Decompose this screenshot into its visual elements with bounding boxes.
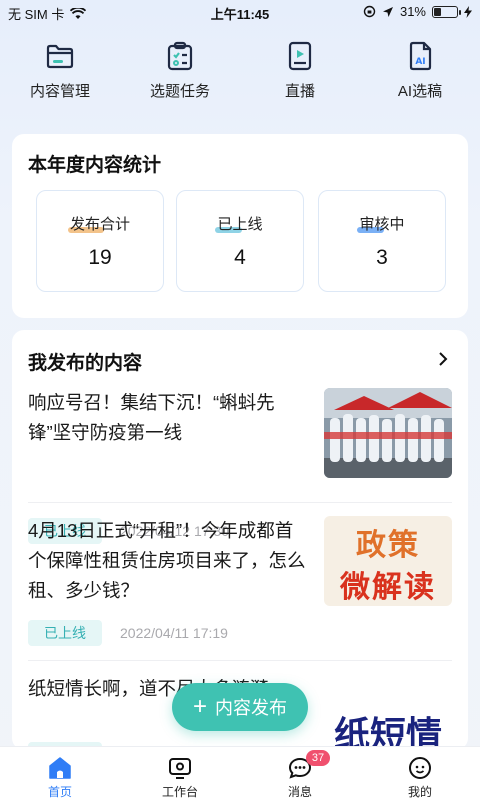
tab-label: 消息 — [287, 785, 312, 799]
quick-action-ai-select[interactable]: AI AI选稿 — [360, 40, 480, 104]
stat-value: 19 — [88, 246, 112, 269]
stat-label: 已上线 — [217, 216, 263, 233]
thumbnail-text: 纸短情长 — [333, 714, 442, 750]
quick-action-label: AI选稿 — [397, 83, 443, 100]
publish-content-label: 内容发布 — [215, 698, 287, 718]
status-badge: 已上线 — [28, 620, 102, 646]
tab-messages[interactable]: 37 消息 — [240, 747, 360, 800]
profile-icon — [409, 757, 431, 779]
unread-count-badge: 37 — [306, 750, 330, 766]
content-item[interactable]: 响应号召！集结下沉！“蝌蚪先锋”坚守防疫第一线 已上线 2022/04/12 1… — [28, 388, 452, 544]
stat-label: 审核中 — [359, 216, 405, 233]
status-bar: 无 SIM 卡 上午11:45 31% — [0, 0, 480, 24]
chevron-right-icon[interactable] — [434, 350, 452, 368]
svg-text:AI: AI — [415, 57, 425, 67]
stat-label: 发布合计 — [69, 216, 130, 233]
content-item-title: 4月13日正式“开租”！今年成都首个保障性租赁住房项目来了，怎么租、多少钱？ — [28, 520, 306, 601]
quick-action-label: 选题任务 — [149, 83, 210, 100]
content-thumbnail: 纸短情长 — [324, 692, 452, 750]
content-thumbnail — [324, 388, 452, 478]
stat-label-wrap: 发布合计 — [67, 213, 130, 234]
content-item[interactable]: 4月13日正式“开租”！今年成都首个保障性租赁住房项目来了，怎么租、多少钱？ 政… — [28, 516, 452, 656]
folder-icon — [46, 44, 74, 69]
live-video-icon — [288, 41, 312, 71]
thumbnail-text: 政策 — [356, 529, 420, 562]
charging-icon — [464, 5, 472, 18]
divider — [28, 502, 452, 503]
battery-icon — [432, 5, 461, 18]
stat-label-wrap: 已上线 — [215, 213, 263, 234]
tab-label: 我的 — [407, 785, 432, 799]
orientation-lock-icon — [363, 5, 376, 18]
annual-stats-card: 本年度内容统计 发布合计 19 已上线 4 审核中 3 — [12, 134, 468, 318]
thumbnail-text: 微解读 — [340, 571, 436, 604]
workbench-icon — [169, 758, 191, 779]
content-item-title: 响应号召！集结下沉！“蝌蚪先锋”坚守防疫第一线 — [28, 392, 275, 443]
stat-published-total[interactable]: 发布合计 19 — [36, 190, 164, 292]
content-thumbnail: 政策 微解读 — [324, 516, 452, 606]
ai-document-icon: AI — [409, 41, 432, 71]
tab-label: 工作台 — [161, 785, 198, 799]
stat-value: 3 — [376, 246, 388, 269]
quick-actions: 内容管理 选题任务 直播 AI AI选稿 — [0, 40, 480, 104]
tab-label: 首页 — [47, 785, 72, 799]
quick-action-label: 直播 — [284, 83, 315, 100]
stat-label-wrap: 审核中 — [357, 213, 405, 234]
home-icon — [49, 757, 71, 779]
plus-icon: + — [192, 693, 207, 720]
bottom-tab-bar: 首页 工作台 37 消息 我的 — [0, 746, 480, 800]
quick-action-topic-tasks[interactable]: 选题任务 — [120, 40, 240, 104]
stat-online[interactable]: 已上线 4 — [176, 190, 304, 292]
publish-content-button[interactable]: + 内容发布 — [172, 683, 308, 731]
stat-under-review[interactable]: 审核中 3 — [318, 190, 446, 292]
divider — [28, 660, 452, 661]
stat-value: 4 — [234, 246, 246, 269]
location-icon — [382, 6, 393, 17]
quick-action-content-manage[interactable]: 内容管理 — [0, 40, 120, 104]
my-content-title: 我发布的内容 — [28, 353, 143, 374]
tab-home[interactable]: 首页 — [0, 747, 120, 800]
battery-percent: 31% — [399, 4, 426, 19]
content-date: 2022/04/11 17:19 — [120, 625, 228, 641]
quick-action-label: 内容管理 — [29, 83, 90, 100]
tab-workbench[interactable]: 工作台 — [120, 747, 240, 800]
tab-mine[interactable]: 我的 — [360, 747, 480, 800]
clipboard-list-icon — [167, 41, 193, 71]
quick-action-live[interactable]: 直播 — [240, 40, 360, 104]
stats-title: 本年度内容统计 — [28, 155, 162, 176]
